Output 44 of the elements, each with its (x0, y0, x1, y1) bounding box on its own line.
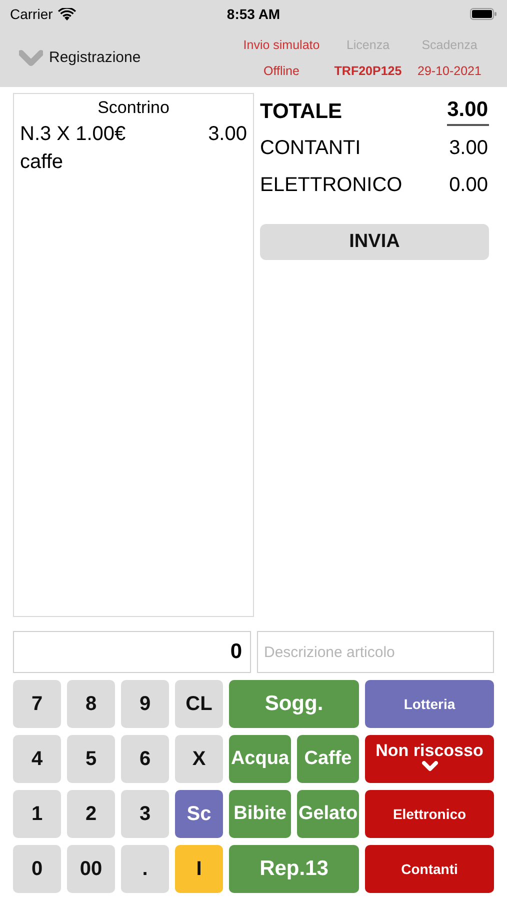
receipt-title: Scontrino (96, 98, 170, 118)
wifi-icon (58, 8, 76, 20)
receipt-amount: 3.00 (208, 123, 247, 146)
keypad-key[interactable]: 8 (67, 680, 115, 728)
keypad-key[interactable]: 3 (121, 790, 169, 838)
keypad-key[interactable]: I (175, 845, 223, 893)
info-value: Offline (264, 64, 300, 78)
send-button[interactable]: INVIA (260, 224, 489, 260)
total-value: 0.00 (449, 174, 489, 197)
keypad-key[interactable]: 2 (67, 790, 115, 838)
info-value: 29-10-2021 (418, 64, 482, 78)
keypad-key[interactable]: 4 (13, 735, 61, 783)
amount-field[interactable]: 0 (13, 631, 251, 673)
keypad-key[interactable]: Elettronico (365, 790, 494, 838)
chevron-down-icon (422, 761, 438, 772)
total-label: CONTANTI (260, 137, 361, 160)
receipt-item: N.3 X 1.00€ (20, 123, 126, 146)
battery-icon (470, 8, 498, 20)
status-time: 8:53 AM (226, 6, 280, 22)
keypad-key[interactable]: 00 (67, 845, 115, 893)
carrier-name: Carrier (10, 6, 53, 22)
keypad-key[interactable]: 1 (13, 790, 61, 838)
total-label: TOTALE (260, 100, 342, 124)
keypad-key[interactable]: Contanti (365, 845, 494, 893)
keypad-key[interactable]: X (175, 735, 223, 783)
keypad-key[interactable]: CL (175, 680, 223, 728)
keypad-key[interactable]: Sc (175, 790, 223, 838)
keypad-key[interactable]: 5 (67, 735, 115, 783)
keypad-key[interactable]: 0 (13, 845, 61, 893)
keypad-key[interactable]: 9 (121, 680, 169, 728)
receipt-item: caffe (20, 151, 63, 174)
total-value: 3.00 (447, 98, 489, 126)
keypad-key[interactable]: 6 (121, 735, 169, 783)
info-label: Invio simulato (243, 38, 320, 52)
total-label: ELETTRONICO (260, 174, 402, 197)
keypad-key[interactable]: . (121, 845, 169, 893)
description-field[interactable]: Descrizione articolo (257, 631, 494, 673)
chevron-down-icon[interactable] (19, 48, 43, 66)
total-value: 3.00 (449, 137, 489, 160)
info-value: TRF20P125 (334, 64, 402, 78)
keypad-key[interactable]: 7 (13, 680, 61, 728)
keypad-key[interactable]: Lotteria (365, 680, 494, 728)
keypad-key[interactable]: Non riscosso (365, 735, 494, 783)
registration-title: Registrazione (49, 49, 141, 66)
